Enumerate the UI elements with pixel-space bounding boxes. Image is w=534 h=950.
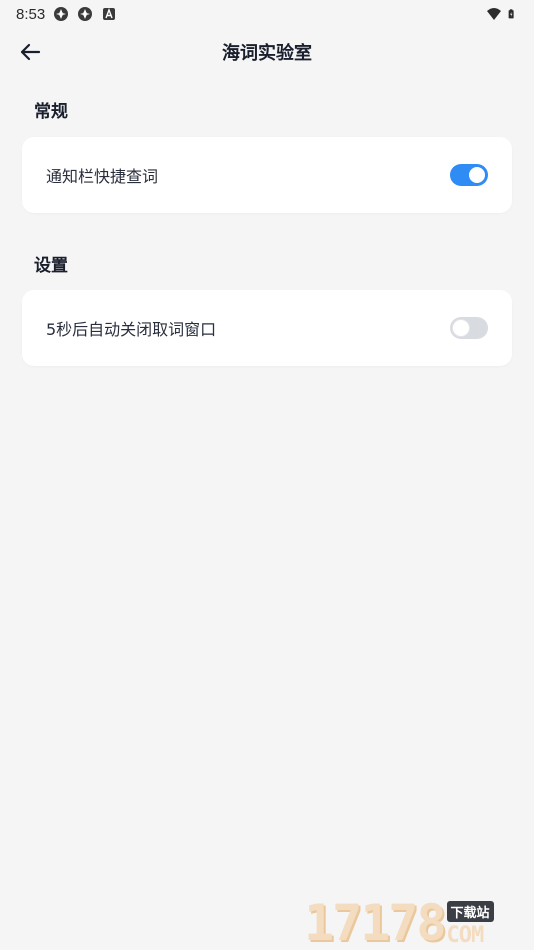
page-title: 海词实验室: [222, 43, 312, 64]
battery-icon: [508, 9, 514, 19]
toggle-knob: [453, 320, 469, 336]
watermark-badge: 下载站: [446, 901, 494, 922]
watermark-suffix: COM: [446, 923, 485, 948]
section-header-general: 常规: [34, 102, 68, 122]
notification-lookup-toggle[interactable]: [450, 164, 488, 186]
auto-close-toggle[interactable]: [450, 317, 488, 339]
back-arrow-icon: [20, 43, 41, 61]
toggle-knob: [469, 167, 485, 183]
wifi-icon: [487, 8, 501, 20]
back-button[interactable]: [14, 36, 46, 68]
watermark-right: 下载站 COM: [446, 901, 494, 948]
notification-app-icon: [54, 7, 69, 21]
status-right: [486, 6, 518, 22]
notification-app-icon-2: [78, 7, 93, 21]
setting-row-auto-close[interactable]: 5秒后自动关闭取词窗口: [22, 290, 512, 366]
setting-row-notification-lookup[interactable]: 通知栏快捷查词: [22, 137, 512, 213]
status-bar: 8:53: [0, 0, 534, 28]
status-time: 8:53: [16, 5, 46, 23]
keyboard-a-icon: [103, 8, 116, 20]
status-left: 8:53: [16, 6, 117, 23]
setting-label: 5秒后自动关闭取词窗口: [46, 320, 217, 339]
setting-label: 通知栏快捷查词: [46, 167, 159, 186]
app-bar: 海词实验室: [0, 28, 534, 76]
section-header-settings: 设置: [34, 256, 68, 276]
watermark-digits: 17178: [304, 894, 447, 950]
watermark-logo: 17178 下载站 COM: [304, 892, 530, 948]
